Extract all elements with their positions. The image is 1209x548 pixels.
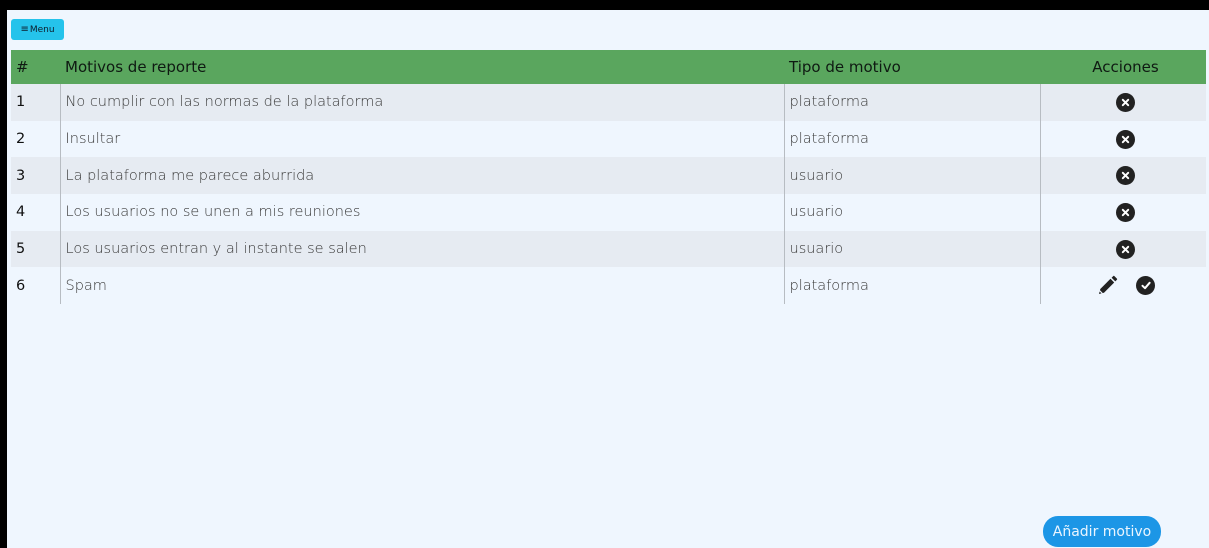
row-number: 6 [16,277,26,294]
row-type: plataforma [783,120,1040,158]
header-num: # [16,58,29,76]
row-number: 5 [16,241,26,258]
header-reason: Motivos de reporte [65,58,207,76]
table-row: 4 Los usuarios no se unen a mis reuniones… [11,194,1206,231]
row-actions [1039,194,1207,231]
check-icon [1141,281,1151,290]
actions-group [1046,166,1207,186]
row-actions [1039,120,1207,158]
app-viewport: ≡ Menu # Motivos de reporte Tipo de moti… [7,10,1209,548]
delete-icon [1121,208,1130,217]
row-type: plataforma [783,267,1040,305]
table-row: 5 Los usuarios entran y al instante se sa… [11,230,1207,268]
row-number: 4 [16,204,26,221]
table-row: 1 No cumplir con las normas de la platafo… [11,84,1206,121]
row-actions [1039,157,1207,195]
delete-button[interactable] [1116,239,1136,259]
header-actions: Acciones [1092,58,1159,76]
report-reasons-table: # Motivos de reporte Tipo de motivo Acci… [11,50,1207,305]
actions-group [1046,129,1207,149]
row-reason: La plataforma me parece aburrida [59,157,784,195]
actions-group [1046,92,1207,112]
row-number: 3 [16,167,26,184]
actions-group [1046,275,1207,297]
delete-icon [1121,135,1130,144]
actions-group [1046,202,1207,222]
row-type: usuario [783,230,1040,268]
table-row: 3 La plataforma me parece aburrida usuario [11,157,1207,195]
table-row: 2 Insultar plataforma [11,120,1207,158]
add-reason-label: Añadir motivo [1052,523,1152,540]
table-row: 6 Spam plataforma [11,267,1207,305]
row-reason: Insultar [59,120,784,158]
hamburger-icon: ≡ [20,23,29,35]
row-number: 2 [16,131,26,148]
delete-button[interactable] [1116,129,1136,149]
row-actions [1039,267,1207,305]
row-number: 1 [16,94,26,111]
header-type: Tipo de motivo [789,58,901,76]
row-reason: Los usuarios entran y al instante se sal… [59,230,784,268]
row-type: usuario [783,157,1040,195]
row-reason: No cumplir con las normas de la platafor… [59,84,784,121]
row-actions [1039,230,1207,268]
delete-icon [1121,98,1130,107]
edit-button[interactable] [1096,275,1118,297]
menu-label: Menu [29,24,55,35]
pencil-icon [1096,275,1118,297]
row-reason: Los usuarios no se unen a mis reuniones [59,194,784,231]
row-type: usuario [783,194,1040,231]
delete-icon [1121,171,1130,180]
delete-icon [1121,245,1130,254]
delete-button[interactable] [1116,166,1136,186]
actions-group [1046,239,1207,259]
add-reason-button[interactable]: Añadir motivo [1043,516,1161,547]
table-body: 1 No cumplir con las normas de la platafo… [11,84,1207,305]
row-type: plataforma [783,84,1040,121]
menu-button[interactable]: ≡ Menu [11,19,64,40]
row-reason: Spam [59,267,784,305]
table-header-row: # Motivos de reporte Tipo de motivo Acci… [11,50,1206,84]
delete-button[interactable] [1116,92,1136,112]
confirm-button[interactable] [1136,276,1156,296]
delete-button[interactable] [1116,202,1136,222]
row-actions [1039,84,1207,121]
